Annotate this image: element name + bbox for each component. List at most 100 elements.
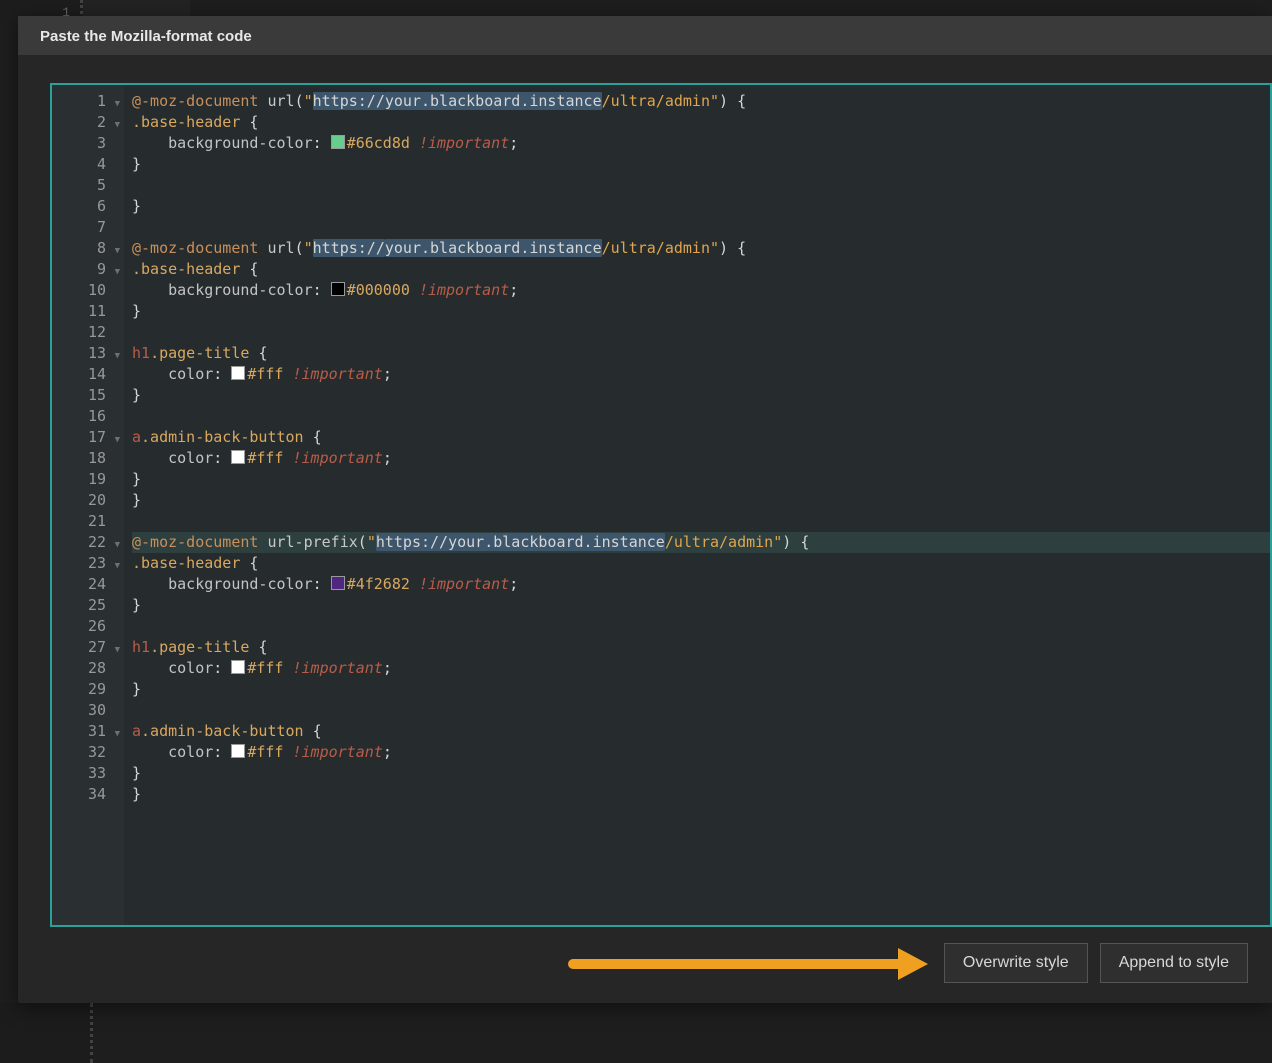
- color-swatch-icon[interactable]: [231, 660, 245, 674]
- token-string: https://: [313, 239, 385, 257]
- token-sel-class: .admin-back-button: [141, 428, 304, 446]
- color-swatch-icon[interactable]: [331, 576, 345, 590]
- token-sel-class: .page-title: [150, 638, 249, 656]
- gutter-line: 6: [52, 196, 124, 217]
- gutter-line: 4: [52, 154, 124, 175]
- paste-mozilla-dialog: Paste the Mozilla-format code 1▼2▼345678…: [18, 16, 1272, 1003]
- token-imp: !important: [293, 659, 383, 677]
- code-line[interactable]: .base-header {: [132, 259, 1270, 280]
- token-imp: !important: [293, 743, 383, 761]
- code-line[interactable]: [132, 217, 1270, 238]
- token-atrule: @-moz-document: [132, 533, 258, 551]
- color-swatch-icon[interactable]: [231, 744, 245, 758]
- code-line[interactable]: a.admin-back-button {: [132, 721, 1270, 742]
- dialog-body: 1▼2▼345678▼9▼10111213▼14151617▼181920212…: [18, 55, 1272, 1003]
- code-line[interactable]: color: #fff !important;: [132, 364, 1270, 385]
- code-line[interactable]: color: #fff !important;: [132, 448, 1270, 469]
- token-imp: !important: [293, 365, 383, 383]
- code-line[interactable]: @-moz-document url("https://your.blackbo…: [132, 238, 1270, 259]
- gutter-line: 30: [52, 700, 124, 721]
- token-string: ": [710, 92, 719, 110]
- token-sel-class: .admin-back-button: [141, 722, 304, 740]
- code-line[interactable]: background-color: #66cd8d !important;: [132, 133, 1270, 154]
- token-string: your.blackboard.instance: [385, 92, 602, 110]
- token-punc: }: [132, 470, 141, 488]
- code-line[interactable]: }: [132, 595, 1270, 616]
- code-line[interactable]: @-moz-document url("https://your.blackbo…: [132, 91, 1270, 112]
- gutter-line: 14: [52, 364, 124, 385]
- code-line[interactable]: color: #fff !important;: [132, 742, 1270, 763]
- code-line[interactable]: }: [132, 154, 1270, 175]
- token-prop: background-color: [168, 575, 313, 593]
- token-punc: ;: [383, 365, 392, 383]
- code-line[interactable]: .base-header {: [132, 112, 1270, 133]
- code-line[interactable]: h1.page-title {: [132, 343, 1270, 364]
- token-prop: color: [168, 659, 213, 677]
- background-editor-hint-bottom: [0, 1003, 93, 1063]
- color-swatch-icon[interactable]: [331, 135, 345, 149]
- code-editor[interactable]: 1▼2▼345678▼9▼10111213▼14151617▼181920212…: [50, 83, 1272, 927]
- token-punc: {: [737, 92, 746, 110]
- code-line[interactable]: [132, 406, 1270, 427]
- token-prop: color: [168, 449, 213, 467]
- dialog-button-row: Overwrite style Append to style: [50, 927, 1272, 993]
- code-line[interactable]: [132, 322, 1270, 343]
- code-line[interactable]: background-color: #4f2682 !important;: [132, 574, 1270, 595]
- gutter-line: 28: [52, 658, 124, 679]
- gutter-line: 7: [52, 217, 124, 238]
- color-swatch-icon[interactable]: [331, 282, 345, 296]
- token-punc: (: [295, 92, 304, 110]
- token-punc: }: [132, 680, 141, 698]
- gutter-line: 3: [52, 133, 124, 154]
- code-line[interactable]: a.admin-back-button {: [132, 427, 1270, 448]
- code-line[interactable]: .base-header {: [132, 553, 1270, 574]
- token-sel-tag: h1: [132, 638, 150, 656]
- token-imp: !important: [419, 134, 509, 152]
- append-to-style-button[interactable]: Append to style: [1100, 943, 1248, 983]
- code-line[interactable]: }: [132, 784, 1270, 805]
- token-fn: url: [267, 239, 294, 257]
- code-line[interactable]: [132, 616, 1270, 637]
- gutter-line: 32: [52, 742, 124, 763]
- code-line[interactable]: }: [132, 196, 1270, 217]
- token-prop: background-color: [168, 134, 313, 152]
- token-fn: url-prefix: [267, 533, 357, 551]
- code-line[interactable]: color: #fff !important;: [132, 658, 1270, 679]
- code-line[interactable]: }: [132, 763, 1270, 784]
- app-window: 1 Paste the Mozilla-format code 1▼2▼3456…: [0, 0, 1272, 1063]
- gutter-line: 11: [52, 301, 124, 322]
- overwrite-style-button[interactable]: Overwrite style: [944, 943, 1088, 983]
- token-punc: {: [313, 722, 322, 740]
- editor-code-area[interactable]: @-moz-document url("https://your.blackbo…: [124, 85, 1270, 925]
- gutter-line: 12: [52, 322, 124, 343]
- code-line[interactable]: @-moz-document url-prefix("https://your.…: [132, 532, 1270, 553]
- code-line[interactable]: background-color: #000000 !important;: [132, 280, 1270, 301]
- token-color: #fff: [247, 449, 283, 467]
- token-color: #66cd8d: [347, 134, 410, 152]
- code-line[interactable]: [132, 511, 1270, 532]
- code-line[interactable]: h1.page-title {: [132, 637, 1270, 658]
- color-swatch-icon[interactable]: [231, 450, 245, 464]
- gutter-line: 2▼: [52, 112, 124, 133]
- token-string: your.blackboard.instance: [448, 533, 665, 551]
- code-line[interactable]: }: [132, 385, 1270, 406]
- token-punc: {: [249, 113, 258, 131]
- code-line[interactable]: }: [132, 469, 1270, 490]
- color-swatch-icon[interactable]: [231, 366, 245, 380]
- token-punc: {: [737, 239, 746, 257]
- token-punc: :: [213, 365, 231, 383]
- token-punc: }: [132, 491, 141, 509]
- code-line[interactable]: [132, 175, 1270, 196]
- token-string: /ultra/admin: [602, 92, 710, 110]
- token-punc: :: [213, 659, 231, 677]
- token-string: https://: [313, 92, 385, 110]
- token-punc: ): [719, 239, 728, 257]
- code-line[interactable]: }: [132, 301, 1270, 322]
- code-line[interactable]: }: [132, 490, 1270, 511]
- token-punc: {: [258, 638, 267, 656]
- code-line[interactable]: }: [132, 679, 1270, 700]
- code-line[interactable]: [132, 700, 1270, 721]
- gutter-line: 27▼: [52, 637, 124, 658]
- token-punc: (: [295, 239, 304, 257]
- token-punc: {: [258, 344, 267, 362]
